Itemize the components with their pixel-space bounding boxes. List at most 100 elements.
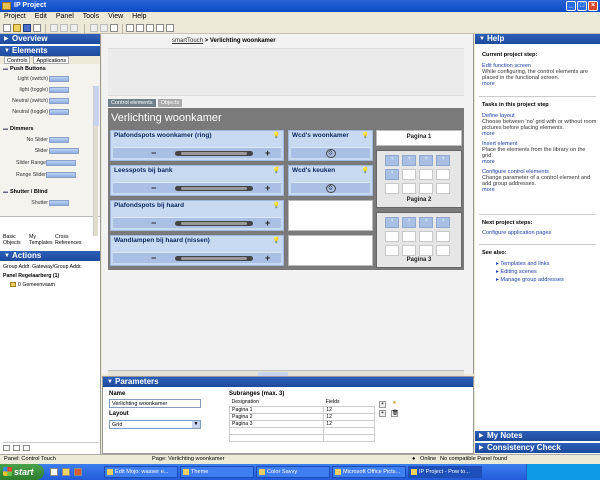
footer-button-1[interactable] bbox=[3, 445, 10, 451]
element-neutral-toggle[interactable]: Neutral (toggle) bbox=[4, 109, 48, 115]
taskbar-item[interactable]: Edit Mojo: wasser e... bbox=[104, 466, 178, 478]
taskbar-item[interactable]: Theme bbox=[180, 466, 254, 478]
open-folder-icon[interactable] bbox=[13, 24, 21, 32]
print-icon[interactable] bbox=[33, 24, 41, 32]
tab-objects[interactable]: Objects bbox=[157, 99, 183, 107]
align-left-icon[interactable] bbox=[126, 24, 134, 32]
switch-wcds-keuken[interactable]: Wcd's keuken 💡 ⦸ bbox=[288, 165, 373, 196]
actions-item-panel[interactable]: Panel Regelaarberg (1) bbox=[3, 273, 59, 279]
page-thumb-2[interactable]: Pagina 2 bbox=[376, 150, 462, 208]
dimmer-wandlampen-bij-haard[interactable]: Wandlampen bij haard (nissen) 💡 − + bbox=[110, 235, 284, 266]
zoom-icon[interactable] bbox=[166, 24, 174, 32]
element-range-slider-preview[interactable] bbox=[46, 172, 76, 178]
group-dimmers[interactable]: Dimmers bbox=[3, 126, 34, 132]
table-row[interactable]: Pagina 2 12 bbox=[228, 412, 375, 421]
link-manage-group-addresses[interactable]: ▸ Manage group addresses bbox=[482, 277, 597, 283]
element-no-slider[interactable]: No Slider bbox=[4, 137, 48, 143]
element-slider-range-preview[interactable] bbox=[46, 160, 76, 166]
dim-down-button[interactable]: − bbox=[151, 253, 156, 263]
element-shutter[interactable]: Shutter bbox=[4, 200, 48, 206]
menu-view[interactable]: View bbox=[108, 12, 123, 22]
layout-select[interactable]: Grid ▼ bbox=[109, 420, 201, 429]
overview-panel-header[interactable]: ▶ Overview bbox=[0, 34, 100, 44]
tab-basic-objects[interactable]: Basic Objects bbox=[3, 234, 25, 246]
dim-up-button[interactable]: + bbox=[265, 183, 270, 193]
dimmer-plafondspots-bij-haard[interactable]: Plafondspots bij haard 💡 − + bbox=[110, 200, 284, 231]
cut-icon[interactable] bbox=[50, 24, 58, 32]
align-center-icon[interactable] bbox=[136, 24, 144, 32]
menu-tools[interactable]: Tools bbox=[83, 12, 99, 22]
table-row[interactable]: Pagina 3 12 bbox=[228, 419, 375, 428]
start-button[interactable]: start bbox=[0, 464, 44, 480]
my-notes-header[interactable]: ▶ My Notes bbox=[475, 431, 600, 441]
dim-down-button[interactable]: − bbox=[151, 183, 156, 193]
name-field[interactable]: Verlichting woonkamer bbox=[109, 399, 201, 408]
new-icon[interactable] bbox=[3, 24, 11, 32]
actions-item-group[interactable]: 0 Gemeenvaam bbox=[10, 282, 55, 288]
taskbar-item[interactable]: Microsoft Office Picts... bbox=[332, 466, 406, 478]
element-slider-range[interactable]: Slider Range bbox=[4, 160, 46, 166]
element-neutral-switch-preview[interactable] bbox=[49, 98, 69, 104]
paste-icon[interactable] bbox=[110, 24, 118, 32]
menu-edit[interactable]: Edit bbox=[35, 12, 47, 22]
power-off-icon[interactable]: ⦸ bbox=[325, 184, 336, 193]
element-slider-preview[interactable] bbox=[49, 148, 79, 154]
save-icon[interactable] bbox=[23, 24, 31, 32]
elements-scrollbar[interactable] bbox=[93, 86, 99, 236]
actions-panel-header[interactable]: ▼ Actions bbox=[0, 251, 100, 261]
close-button[interactable]: × bbox=[588, 1, 598, 11]
element-light-switch-preview[interactable] bbox=[49, 76, 69, 82]
star-icon[interactable]: ★ bbox=[391, 401, 398, 408]
actions-tabs[interactable]: Group Addr. Gateway/Group Addr. bbox=[3, 264, 82, 270]
tab-controls[interactable]: Controls bbox=[4, 56, 31, 64]
element-neutral-switch[interactable]: Neutral (switch) bbox=[4, 98, 48, 104]
grid-icon[interactable] bbox=[156, 24, 164, 32]
footer-button-3[interactable] bbox=[23, 445, 30, 451]
delete-icon[interactable] bbox=[90, 24, 98, 32]
empty-grid-slot[interactable] bbox=[288, 200, 373, 231]
dimmer-plafondspots-woonkamer[interactable]: Plafondspots woonkamer (ring) 💡 − + bbox=[110, 130, 284, 161]
element-range-slider[interactable]: Range Slider bbox=[4, 172, 46, 178]
link-templates-and-links[interactable]: ▸ Templates and links bbox=[482, 261, 597, 267]
tab-cross-references[interactable]: Cross References bbox=[55, 234, 82, 246]
dim-slider[interactable] bbox=[175, 256, 253, 261]
dim-slider[interactable] bbox=[175, 221, 253, 226]
dimmer-leesspots-bij-bank[interactable]: Leesspots bij bank 💡 − + bbox=[110, 165, 284, 196]
dim-down-button[interactable]: − bbox=[151, 218, 156, 228]
dim-down-button[interactable]: − bbox=[151, 148, 156, 158]
element-light-toggle-preview[interactable] bbox=[49, 87, 69, 93]
add-subrange-icon[interactable]: + bbox=[379, 401, 386, 408]
menu-panel[interactable]: Panel bbox=[56, 12, 74, 22]
group-push-buttons[interactable]: Push Buttons bbox=[3, 66, 46, 72]
page-thumb-3[interactable]: Pagina 3 bbox=[376, 212, 462, 268]
group-shutter-blind[interactable]: Shutter / Blind bbox=[3, 189, 48, 195]
dim-up-button[interactable]: + bbox=[265, 148, 270, 158]
consistency-check-header[interactable]: ▶ Consistency Check bbox=[475, 443, 600, 453]
dim-up-button[interactable]: + bbox=[265, 218, 270, 228]
footer-button-2[interactable] bbox=[13, 445, 20, 451]
more-link[interactable]: more bbox=[482, 159, 597, 165]
quicklaunch-icon[interactable] bbox=[74, 468, 82, 476]
power-off-icon[interactable]: ⦸ bbox=[325, 149, 336, 158]
element-no-slider-preview[interactable] bbox=[49, 137, 69, 143]
more-link[interactable]: more bbox=[482, 131, 597, 137]
tab-my-templates[interactable]: My Templates bbox=[29, 234, 53, 246]
menu-project[interactable]: Project bbox=[4, 12, 26, 22]
align-right-icon[interactable] bbox=[146, 24, 154, 32]
link-configure-application-pages[interactable]: Configure application pages bbox=[482, 230, 597, 236]
dim-up-button[interactable]: + bbox=[265, 253, 270, 263]
breadcrumb-link[interactable]: smartTouch bbox=[172, 38, 203, 44]
more-link[interactable]: more bbox=[482, 81, 597, 87]
help-panel-header[interactable]: ▼ Help bbox=[475, 34, 600, 44]
element-light-toggle[interactable]: light (toggle) bbox=[4, 87, 48, 93]
element-light-switch[interactable]: Light (switch) bbox=[4, 76, 48, 82]
menu-help[interactable]: Help bbox=[132, 12, 146, 22]
element-neutral-toggle-preview[interactable] bbox=[49, 109, 69, 115]
link-editing-scenes[interactable]: ▸ Editing scenes bbox=[482, 269, 597, 275]
empty-grid-slot[interactable] bbox=[288, 235, 373, 266]
table-row[interactable]: Pagina 1 12 bbox=[228, 405, 375, 414]
copy-icon[interactable] bbox=[100, 24, 108, 32]
tab-control-elements[interactable]: Control elements bbox=[108, 99, 156, 107]
elements-panel-header[interactable]: ▼ Elements bbox=[0, 46, 100, 56]
table-row[interactable] bbox=[228, 433, 375, 442]
